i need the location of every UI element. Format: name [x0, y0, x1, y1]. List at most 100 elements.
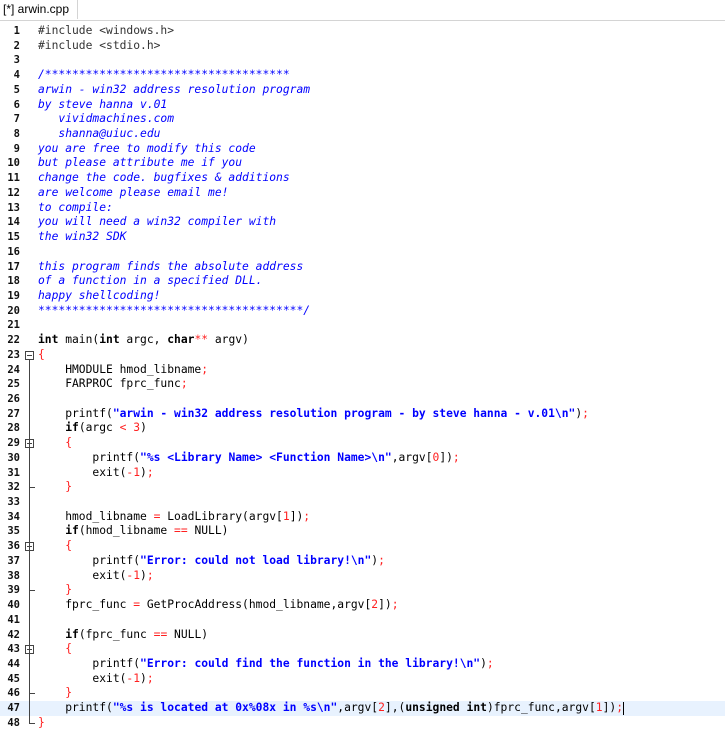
- fold-end-marker: [29, 487, 35, 489]
- line-number: 32: [7, 481, 20, 494]
- code-text: }: [38, 480, 72, 495]
- code-line[interactable]: 43 {: [0, 642, 725, 657]
- code-text: if(fprc_func == NULL): [38, 628, 208, 643]
- code-token: LoadLibrary(argv[: [160, 509, 283, 523]
- line-number: 3: [13, 54, 20, 67]
- code-line[interactable]: 15 the win32 SDK: [0, 230, 725, 245]
- code-text: if(argc < 3): [38, 421, 147, 436]
- code-text: to compile:: [38, 201, 113, 216]
- code-line[interactable]: 36 {: [0, 539, 725, 554]
- code-line[interactable]: 28 if(argc < 3): [0, 421, 725, 436]
- code-token: {: [38, 436, 73, 450]
- code-token: ;: [616, 701, 623, 715]
- code-line[interactable]: 3: [0, 53, 725, 68]
- code-line[interactable]: 48}: [0, 716, 725, 731]
- line-number: 28: [7, 422, 20, 435]
- code-token: #include <windows.h>: [38, 24, 175, 37]
- code-token: happy shellcoding!: [38, 288, 161, 302]
- code-line[interactable]: 29 {: [0, 436, 725, 451]
- code-line[interactable]: 24 HMODULE hmod_libname;: [0, 363, 725, 378]
- code-text: #include <stdio.h>: [38, 39, 160, 54]
- line-number: 15: [7, 231, 20, 244]
- tab-arwin-cpp[interactable]: [*] arwin.cpp: [0, 0, 79, 19]
- line-number: 38: [7, 569, 20, 582]
- fold-toggle-icon[interactable]: [25, 350, 34, 360]
- code-line[interactable]: 4 /************************************: [0, 68, 725, 83]
- code-token: by steve hanna v.01: [38, 97, 168, 111]
- code-line[interactable]: 21: [0, 318, 725, 333]
- code-token: fprc_func: [38, 598, 134, 612]
- code-token: ;: [180, 377, 188, 391]
- code-text: the win32 SDK: [38, 230, 126, 245]
- code-line[interactable]: 1 #include <windows.h>: [0, 24, 725, 39]
- code-line[interactable]: 14 you will need a win32 compiler with: [0, 215, 725, 230]
- line-number: 4: [13, 69, 20, 82]
- code-line[interactable]: 30 printf("%s <Library Name> <Function N…: [0, 451, 725, 466]
- code-line[interactable]: 13 to compile:: [0, 201, 725, 216]
- line-number: 24: [7, 363, 20, 376]
- line-number: 17: [7, 260, 20, 273]
- code-token: you are free to modify this code: [38, 141, 256, 155]
- code-text: ***************************************/: [38, 304, 310, 319]
- code-text: but please attribute me if you: [38, 156, 242, 171]
- code-text: /************************************: [38, 68, 290, 83]
- line-number: 14: [7, 216, 20, 229]
- code-line[interactable]: 20 **************************************…: [0, 304, 725, 319]
- code-line[interactable]: 11 change the code. bugfixes & additions: [0, 171, 725, 186]
- code-line[interactable]: 42 if(fprc_func == NULL): [0, 628, 725, 643]
- code-line[interactable]: 2 #include <stdio.h>: [0, 39, 725, 54]
- code-token: printf(: [38, 450, 141, 464]
- code-line[interactable]: 46 }: [0, 686, 725, 701]
- code-line[interactable]: 12 are welcome please email me!: [0, 186, 725, 201]
- code-line[interactable]: 26: [0, 392, 725, 407]
- code-token: the win32 SDK: [38, 230, 127, 244]
- code-line[interactable]: 44 printf("Error: could find the functio…: [0, 657, 725, 672]
- code-line[interactable]: 27 printf("arwin - win32 address resolut…: [0, 407, 725, 422]
- code-line[interactable]: 22 int main(int argc, char** argv): [0, 333, 725, 348]
- code-line[interactable]: 16: [0, 245, 725, 260]
- code-line[interactable]: 38 exit(-1);: [0, 569, 725, 584]
- line-number: 16: [7, 245, 20, 258]
- code-line[interactable]: 47 printf("%s is located at 0x%08x in %s…: [0, 701, 725, 716]
- code-line[interactable]: 32 }: [0, 480, 725, 495]
- code-line[interactable]: 7 vividmachines.com: [0, 112, 725, 127]
- code-line[interactable]: 37 printf("Error: could not load library…: [0, 554, 725, 569]
- code-line[interactable]: 31 exit(-1);: [0, 466, 725, 481]
- code-line[interactable]: 34 hmod_libname = LoadLibrary(argv[1]);: [0, 510, 725, 525]
- code-line[interactable]: 40 fprc_func = GetProcAddress(hmod_libna…: [0, 598, 725, 613]
- code-line[interactable]: 39 }: [0, 583, 725, 598]
- code-token: }: [38, 686, 73, 700]
- code-line[interactable]: 9 you are free to modify this code: [0, 142, 725, 157]
- code-line[interactable]: 5 arwin - win32 address resolution progra…: [0, 83, 725, 98]
- code-token: "Error: could find the function in the l…: [140, 656, 481, 670]
- code-text: shanna@uiuc.edu: [38, 127, 160, 142]
- code-line[interactable]: 45 exit(-1);: [0, 672, 725, 687]
- fold-guide: [29, 448, 30, 488]
- code-text: FARPROC fprc_func;: [38, 377, 188, 392]
- code-text: printf("%s <Library Name> <Function Name…: [38, 450, 459, 466]
- code-line[interactable]: 19 happy shellcoding!: [0, 289, 725, 304]
- code-line[interactable]: 6 by steve hanna v.01: [0, 98, 725, 113]
- code-line[interactable]: 33: [0, 495, 725, 510]
- code-token: 2: [378, 701, 385, 715]
- code-text: printf("Error: could not load library!\n…: [38, 554, 385, 569]
- line-number: 19: [7, 289, 20, 302]
- code-line[interactable]: 25 FARPROC fprc_func;: [0, 377, 725, 392]
- code-line[interactable]: 41: [0, 613, 725, 628]
- code-line[interactable]: 17 this program finds the absolute addres…: [0, 260, 725, 275]
- code-text: if(hmod_libname == NULL): [38, 524, 228, 539]
- code-line[interactable]: 8 shanna@uiuc.edu: [0, 127, 725, 142]
- code-line[interactable]: 18 of a function in a specified DLL.: [0, 274, 725, 289]
- code-line[interactable]: 23 {: [0, 348, 725, 363]
- code-editor[interactable]: 1 #include <windows.h> 2 #include <stdio.h>…: [0, 21, 725, 730]
- code-line[interactable]: 35 if(hmod_libname == NULL): [0, 524, 725, 539]
- code-line[interactable]: 10 but please attribute me if you: [0, 156, 725, 171]
- line-number: 31: [7, 466, 20, 479]
- code-token: main(: [58, 333, 100, 347]
- code-token: "%s <Library Name> <Function Name>\n": [140, 450, 392, 464]
- code-text: change the code. bugfixes & additions: [38, 171, 290, 186]
- code-token: shanna@uiuc.edu: [38, 127, 161, 141]
- code-token: ): [480, 656, 487, 670]
- fold-end-marker: [29, 722, 35, 724]
- line-number: 9: [13, 142, 20, 155]
